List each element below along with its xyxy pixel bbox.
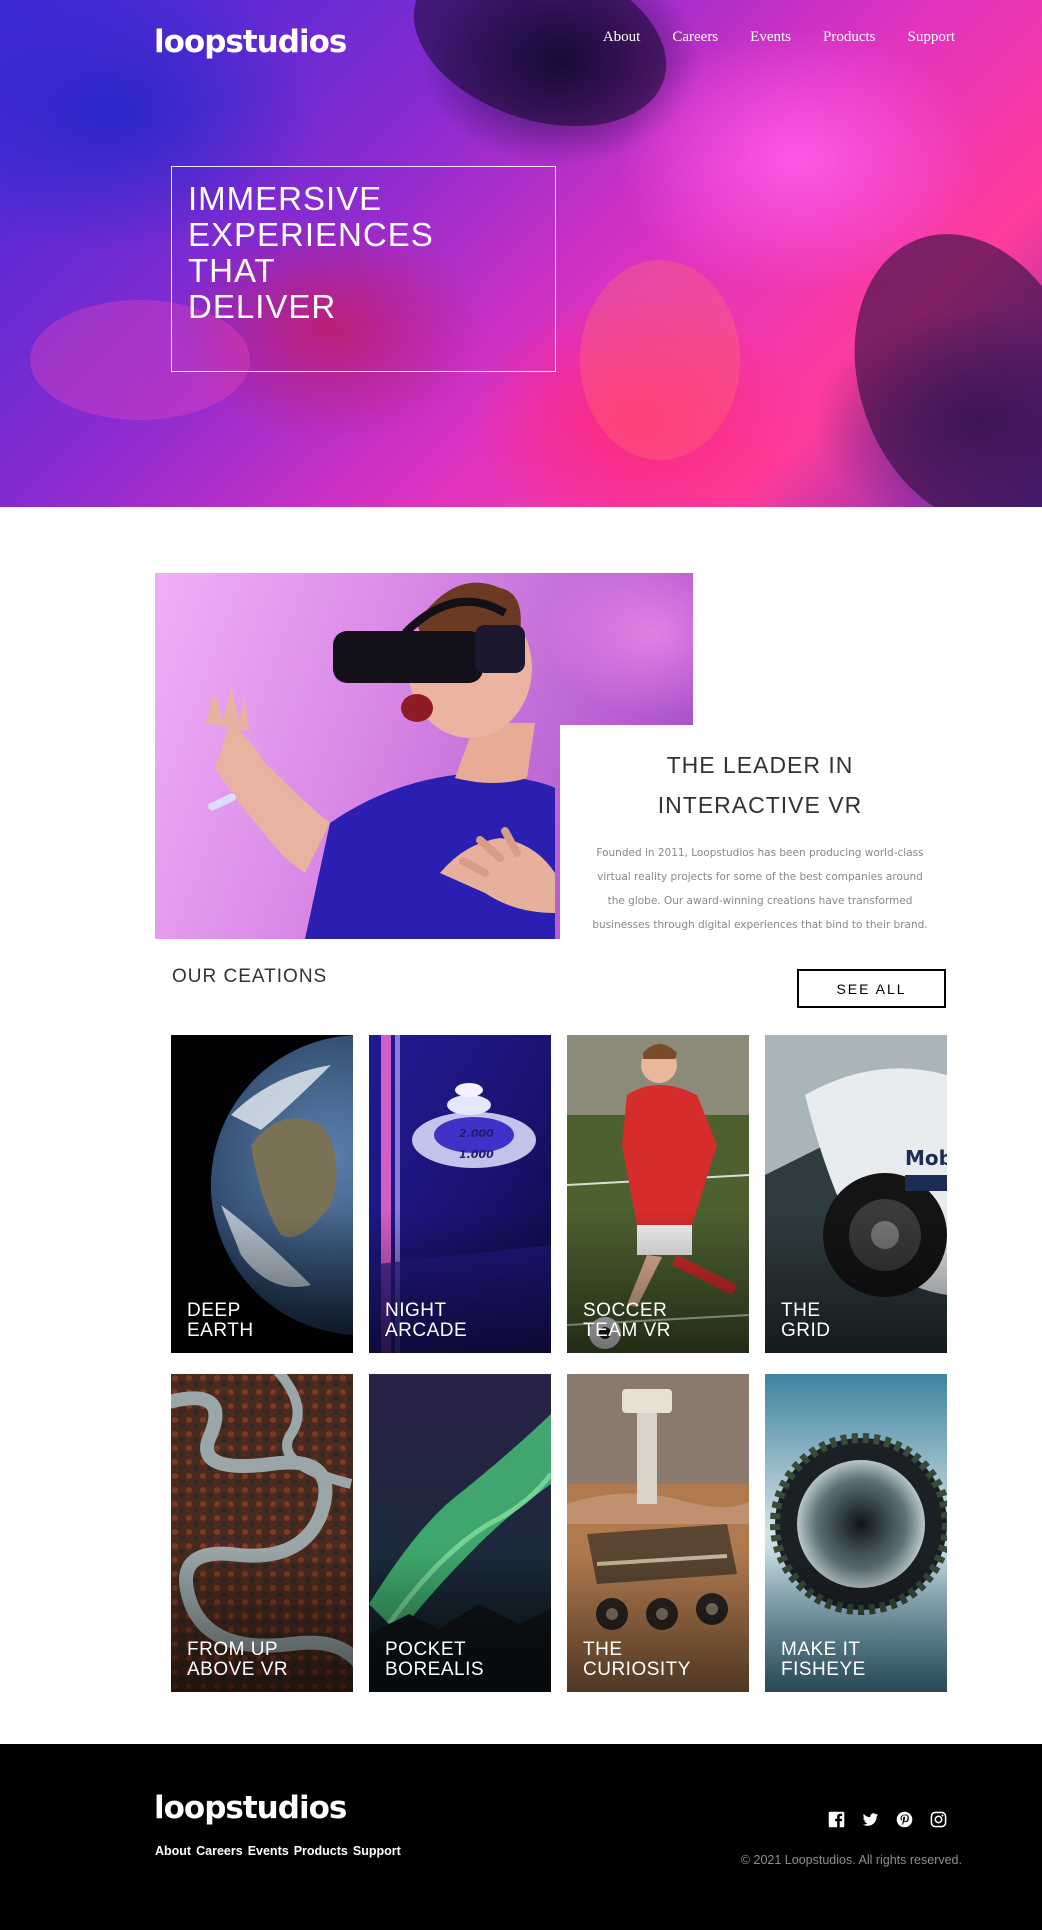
main-nav: About Careers Events Products Support <box>571 29 955 46</box>
hero-headline-box: IMMERSIVE EXPERIENCES THAT DELIVER <box>171 166 556 372</box>
card-label-line: FISHEYE <box>781 1659 866 1680</box>
footer-link-about[interactable]: About <box>155 1844 191 1858</box>
instagram-icon[interactable] <box>930 1811 947 1828</box>
creation-card-deep-earth[interactable]: DEEP EARTH <box>171 1035 353 1353</box>
footer-link-support[interactable]: Support <box>353 1844 401 1858</box>
hero-image-shade <box>815 201 1042 507</box>
footer-link-products[interactable]: Products <box>294 1844 348 1858</box>
creation-card-label: NIGHT ARCADE <box>385 1301 467 1341</box>
footer-link-careers[interactable]: Careers <box>196 1844 243 1858</box>
nav-link-products[interactable]: Products <box>823 29 876 46</box>
pinterest-icon[interactable] <box>896 1811 913 1828</box>
card-label-line: FROM UP <box>187 1639 279 1660</box>
intro-title-line: INTERACTIVE VR <box>657 792 863 818</box>
intro-title: THE LEADER IN INTERACTIVE VR <box>560 745 960 825</box>
creation-card-label: MAKE IT FISHEYE <box>781 1640 866 1680</box>
creation-card-label: THE CURIOSITY <box>583 1640 691 1680</box>
hero-headline-line: THAT <box>188 252 276 289</box>
card-label-line: ARCADE <box>385 1320 468 1341</box>
card-label-line: THE <box>583 1639 623 1660</box>
intro-card: THE LEADER IN INTERACTIVE VR Founded in … <box>560 725 960 945</box>
intro-paragraph: Founded in 2011, Loopstudios has been pr… <box>592 847 928 931</box>
hero-headline-line: IMMERSIVE <box>188 180 383 217</box>
creation-card-the-curiosity[interactable]: THE CURIOSITY <box>567 1374 749 1692</box>
footer-link-events[interactable]: Events <box>248 1844 289 1858</box>
card-label-line: POCKET <box>385 1639 467 1660</box>
card-label-line: TEAM VR <box>583 1320 671 1341</box>
card-label-line: MAKE IT <box>781 1639 861 1660</box>
creations-grid: DEEP EARTH 1.000 2.000 NIGH <box>171 1035 947 1692</box>
creation-card-night-arcade[interactable]: 1.000 2.000 NIGHT ARCADE <box>369 1035 551 1353</box>
creation-card-label: SOCCER TEAM VR <box>583 1301 671 1341</box>
card-label-line: SOCCER <box>583 1300 668 1321</box>
card-label-line: GRID <box>781 1320 831 1341</box>
facebook-icon[interactable] <box>828 1811 845 1828</box>
hero-headline-line: EXPERIENCES <box>188 216 434 253</box>
footer: loopstudios About Careers Events Product… <box>0 1744 1042 1930</box>
creation-card-from-up-above-vr[interactable]: FROM UP ABOVE VR <box>171 1374 353 1692</box>
hero-image-glow <box>580 260 740 460</box>
hero-section: loopstudios About Careers Events Product… <box>0 0 1042 507</box>
creations-title: OUR CEATIONS <box>172 966 328 987</box>
social-links <box>828 1811 947 1828</box>
nav-link-support[interactable]: Support <box>907 29 955 46</box>
creation-card-make-it-fisheye[interactable]: MAKE IT FISHEYE <box>765 1374 947 1692</box>
creation-card-label: DEEP EARTH <box>187 1301 254 1341</box>
creation-card-label: THE GRID <box>781 1301 831 1341</box>
card-label-line: NIGHT <box>385 1300 447 1321</box>
nav-link-events[interactable]: Events <box>750 29 791 46</box>
hero-image-shade <box>391 0 689 157</box>
creation-card-label: FROM UP ABOVE VR <box>187 1640 288 1680</box>
card-label-line: CURIOSITY <box>583 1659 691 1680</box>
brand-logo[interactable]: loopstudios <box>154 24 347 60</box>
nav-link-about[interactable]: About <box>603 29 641 46</box>
card-label-line: THE <box>781 1300 821 1321</box>
card-label-line: DEEP <box>187 1300 241 1321</box>
footer-nav: About Careers Events Products Support <box>155 1844 406 1858</box>
footer-logo[interactable]: loopstudios <box>154 1790 347 1826</box>
see-all-button[interactable]: SEE ALL <box>797 969 946 1008</box>
card-label-line: EARTH <box>187 1320 254 1341</box>
intro-title-line: THE LEADER IN <box>666 752 854 778</box>
twitter-icon[interactable] <box>862 1811 879 1828</box>
copyright-text: © 2021 Loopstudios. All rights reserved. <box>740 1853 962 1867</box>
nav-link-careers[interactable]: Careers <box>672 29 718 46</box>
creation-card-soccer-team-vr[interactable]: SOCCER TEAM VR <box>567 1035 749 1353</box>
card-label-line: BOREALIS <box>385 1659 485 1680</box>
creation-card-label: POCKET BOREALIS <box>385 1640 484 1680</box>
creation-card-the-grid[interactable]: Mob THE GRID <box>765 1035 947 1353</box>
hero-headline-line: DELIVER <box>188 288 337 325</box>
card-label-line: ABOVE VR <box>187 1659 289 1680</box>
creation-card-pocket-borealis[interactable]: POCKET BOREALIS <box>369 1374 551 1692</box>
